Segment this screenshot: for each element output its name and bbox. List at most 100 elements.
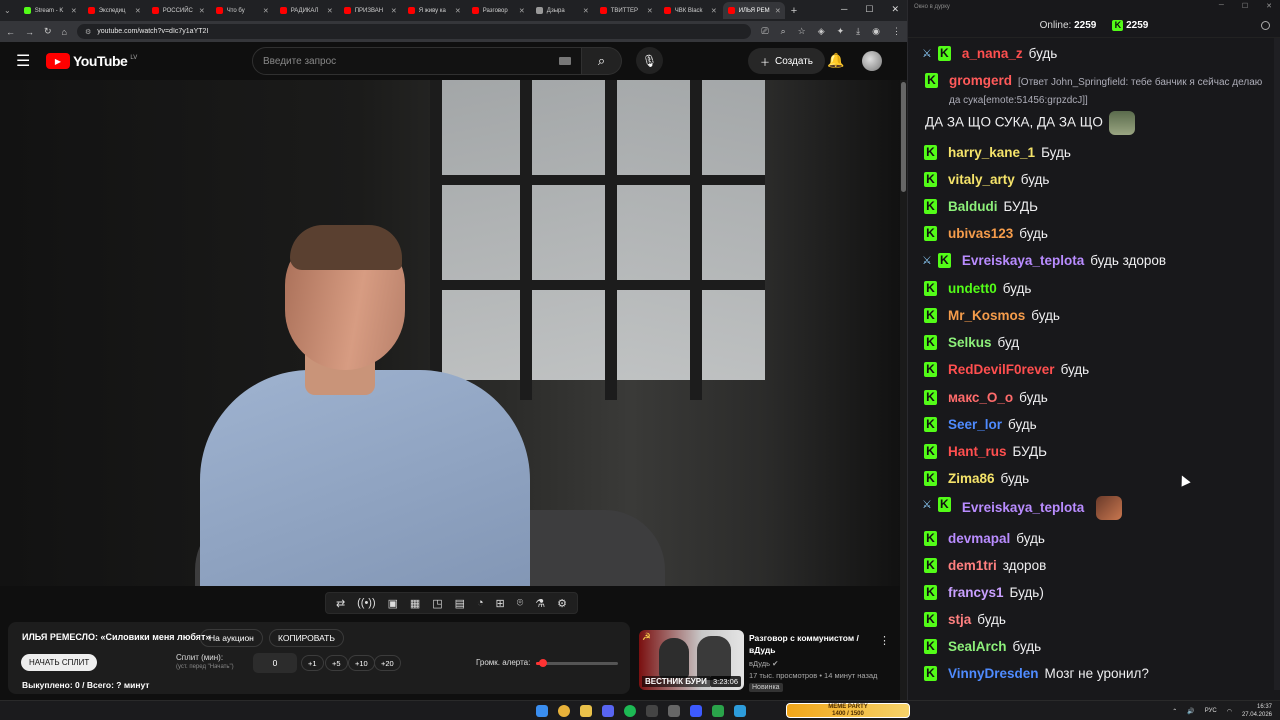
volume-icon[interactable]: 🔊 xyxy=(1187,708,1194,715)
zoom-icon[interactable]: ⌕ xyxy=(781,26,786,37)
chat-username[interactable]: SealArch xyxy=(948,639,1007,654)
voice-search-button[interactable]: 🎙 xyxy=(636,47,663,74)
tab-close-icon[interactable]: ✕ xyxy=(71,7,77,15)
tab-close-icon[interactable]: ✕ xyxy=(263,7,269,15)
minimize-icon[interactable]: ─ xyxy=(841,4,847,15)
browser-tab[interactable]: РОССИЙС ✕ xyxy=(147,2,209,19)
more-actions-icon[interactable]: ⋮ xyxy=(879,634,890,647)
chat-username[interactable]: stja xyxy=(948,612,971,627)
settings-icon[interactable]: ⚙ xyxy=(557,597,567,610)
page-scrollbar[interactable] xyxy=(900,80,907,700)
browser-tab[interactable]: Stream - K ✕ xyxy=(19,2,81,19)
subtitle-icon[interactable]: ▤ xyxy=(455,597,465,610)
chat-username[interactable]: Mr_Kosmos xyxy=(948,308,1025,323)
browser-tab[interactable]: Дзыра ✕ xyxy=(531,2,593,19)
step-button-20[interactable]: +20 xyxy=(374,655,401,671)
channel-name[interactable]: вДудь ✔ xyxy=(749,659,778,668)
chat-username[interactable]: dem1tri xyxy=(948,558,997,573)
spotify-icon[interactable] xyxy=(624,705,636,717)
pip-icon[interactable]: ◳ xyxy=(432,597,442,610)
chat-username[interactable]: RedDevilF0rever xyxy=(948,362,1055,377)
meme-party-widget[interactable]: MEME PARTY 1400 / 1500 xyxy=(786,703,910,718)
camera-icon[interactable]: ⌾ xyxy=(517,597,524,610)
copy-button[interactable]: КОПИРОВАТЬ xyxy=(269,629,344,647)
alert-volume-slider[interactable] xyxy=(536,659,618,667)
chat-username[interactable]: harry_kane_1 xyxy=(948,145,1035,160)
profile-icon[interactable]: ◉ xyxy=(872,26,880,37)
steam-icon[interactable] xyxy=(646,705,658,717)
chat-username[interactable]: VinnyDresden xyxy=(948,666,1039,681)
chat-username[interactable]: Hant_rus xyxy=(948,444,1007,459)
chat-username[interactable]: Evreiskaya_teplota xyxy=(962,500,1084,515)
chat-username[interactable]: Baldudi xyxy=(948,199,998,214)
chat-username[interactable]: devmapal xyxy=(948,531,1010,546)
chat-close-icon[interactable]: ✕ xyxy=(1266,2,1272,10)
cast-icon[interactable]: ⎚ xyxy=(761,26,768,37)
start-split-button[interactable]: НАЧАТЬ СПЛИТ xyxy=(21,654,98,671)
hamburger-menu-icon[interactable]: ☰ xyxy=(16,51,44,71)
chat-username[interactable]: vitaly_arty xyxy=(948,172,1015,187)
create-button[interactable]: ＋ Создать xyxy=(748,48,826,74)
auction-button[interactable]: На аукцион xyxy=(200,629,263,647)
browser-tab[interactable]: ТВИТТЕР ✕ xyxy=(595,2,657,19)
tab-close-icon[interactable]: ✕ xyxy=(711,7,717,15)
browser-tab[interactable]: ЧВК Black ✕ xyxy=(659,2,721,19)
forward-icon[interactable]: → xyxy=(25,27,34,37)
chat-minimize-icon[interactable]: ─ xyxy=(1219,2,1224,10)
avatar[interactable] xyxy=(862,51,882,71)
screenshot-icon[interactable]: ▣ xyxy=(388,597,398,610)
video-player[interactable] xyxy=(0,80,900,586)
tray-chevron-icon[interactable]: ⌃ xyxy=(1172,708,1177,715)
broadcast-icon[interactable]: ((•)) xyxy=(357,597,376,609)
clock[interactable]: 16:37 27.04.2026 xyxy=(1242,703,1272,719)
browser-tab[interactable]: РАДИКАЛ ✕ xyxy=(275,2,337,19)
browser-tab[interactable]: Я живу ка ✕ xyxy=(403,2,465,19)
chat-username[interactable]: Seer_lor xyxy=(948,417,1002,432)
excel-icon[interactable] xyxy=(712,705,724,717)
flask-icon[interactable]: ⚗ xyxy=(535,597,545,610)
chat-username[interactable]: ubivas123 xyxy=(948,226,1013,241)
browser-tab[interactable]: ИЛЬЯ РЕМ ✕ xyxy=(722,2,785,19)
video-thumbnail[interactable]: ☭ ВЕСТНИК БУРИ 3:23:06 xyxy=(639,630,744,690)
recommended-title[interactable]: Разговор с коммунистом / вДудь xyxy=(749,632,874,656)
browser-tab[interactable]: Разговор ✕ xyxy=(467,2,529,19)
tab-close-icon[interactable]: ✕ xyxy=(391,7,397,15)
telegram-icon[interactable] xyxy=(734,705,746,717)
chat-username[interactable]: gromgerd xyxy=(949,73,1012,88)
youtube-logo[interactable]: ▶ YouTube LV xyxy=(46,53,137,69)
clip-icon[interactable]: ▦ xyxy=(410,597,420,610)
chat-username[interactable]: Evreiskaya_teplota xyxy=(962,253,1084,268)
chat-maximize-icon[interactable]: ☐ xyxy=(1242,2,1248,10)
add-icon[interactable]: ⊞ xyxy=(496,597,505,610)
site-info-icon[interactable]: ⚙ xyxy=(85,28,91,36)
extension-icon[interactable]: ◈ xyxy=(818,26,825,37)
discord-icon[interactable] xyxy=(602,705,614,717)
slider-handle[interactable] xyxy=(538,659,547,667)
app-icon[interactable] xyxy=(668,705,680,717)
chat-scrollbar[interactable] xyxy=(1274,38,1280,690)
step-button-5[interactable]: +5 xyxy=(325,655,348,671)
step-button-10[interactable]: +10 xyxy=(348,655,375,671)
keyboard-icon[interactable] xyxy=(559,57,571,65)
chat-settings-icon[interactable] xyxy=(1261,21,1270,30)
wifi-icon[interactable]: ◠ xyxy=(1227,708,1232,715)
maximize-icon[interactable]: ☐ xyxy=(865,4,873,15)
tab-close-icon[interactable]: ✕ xyxy=(135,7,141,15)
chat-username[interactable]: макс_О_о xyxy=(948,390,1013,405)
chat-username[interactable]: francys1 xyxy=(948,585,1004,600)
extensions-puzzle-icon[interactable]: ✦ xyxy=(837,26,845,37)
tab-close-icon[interactable]: ✕ xyxy=(199,7,205,15)
file-explorer-icon[interactable] xyxy=(580,705,592,717)
search-input[interactable]: Введите запрос xyxy=(252,47,582,75)
download-icon[interactable]: ⤓ xyxy=(856,26,860,37)
tab-close-icon[interactable]: ✕ xyxy=(647,7,653,15)
language-indicator[interactable]: РУС xyxy=(1205,708,1217,714)
back-icon[interactable]: ← xyxy=(6,27,15,37)
chat-username[interactable]: a_nana_z xyxy=(962,46,1023,61)
split-minutes-input[interactable]: 0 xyxy=(253,653,297,673)
tab-close-icon[interactable]: ✕ xyxy=(327,7,333,15)
new-tab-button[interactable]: + xyxy=(791,5,797,17)
media-icon[interactable] xyxy=(690,705,702,717)
browser-tab[interactable]: ПРИЗВАН ✕ xyxy=(339,2,401,19)
bookmark-star-icon[interactable]: ☆ xyxy=(798,26,806,37)
